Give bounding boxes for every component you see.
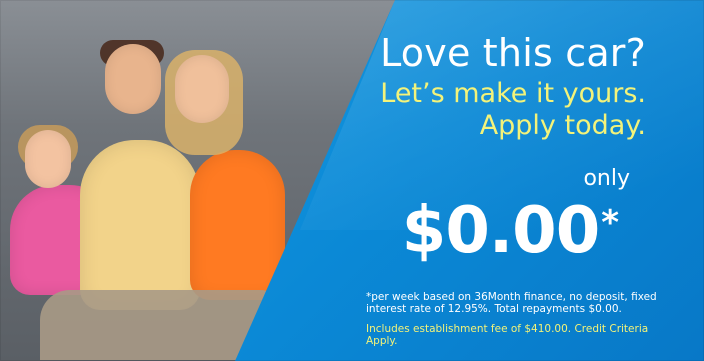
headline-line-3: Apply today. [479,110,646,142]
woman-face [175,55,229,123]
headline-line-2: Let’s make it yours. [380,77,646,109]
headline: Love this car? Let’s make it yours. Appl… [380,31,646,142]
child-face [25,130,71,188]
man-in-yellow-shirt [80,140,200,310]
only-label: only [583,166,630,191]
fineprint-fee: Includes establishment fee of $410.00. C… [366,323,649,347]
price-asterisk: * [601,203,619,243]
price: $0.00* [401,194,619,268]
headline-line-1: Love this car? [380,31,646,75]
price-amount: $0.00 [401,194,600,268]
fineprint-terms: *per week based on 36Month finance, no d… [366,291,657,315]
woman-in-orange-top [190,150,285,300]
man-face [105,44,161,114]
car-finance-banner: Love this car? Let’s make it yours. Appl… [0,0,704,361]
